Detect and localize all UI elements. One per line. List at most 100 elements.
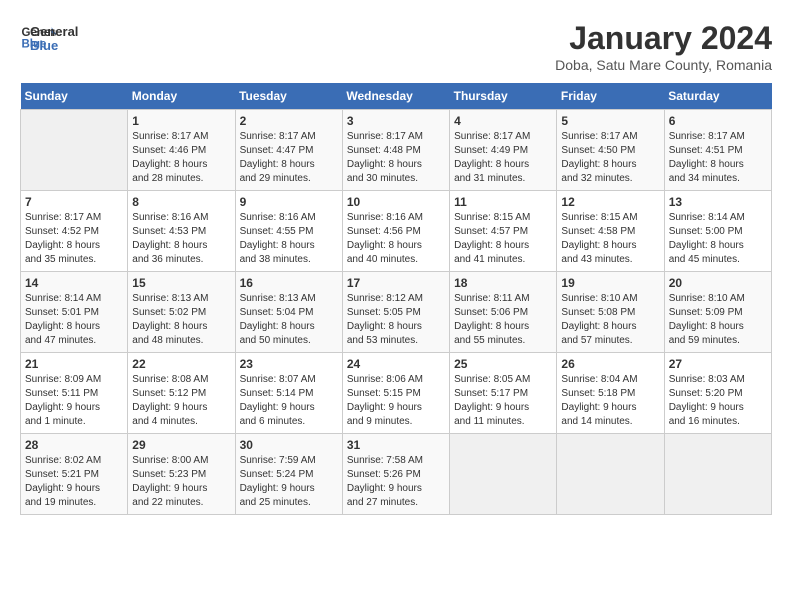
day-cell: 15 Sunrise: 8:13 AM Sunset: 5:02 PM Dayli…: [128, 272, 235, 353]
day-info: Sunrise: 7:59 AM Sunset: 5:24 PM Dayligh…: [240, 454, 338, 510]
day-number: 3: [347, 114, 445, 128]
logo: General Blue General Blue: [20, 20, 78, 56]
day-cell: 7 Sunrise: 8:17 AM Sunset: 4:52 PM Daylig…: [21, 191, 128, 272]
day-info: Sunrise: 8:16 AM Sunset: 4:53 PM Dayligh…: [132, 211, 230, 267]
header: General Blue General Blue January 2024 D…: [20, 20, 772, 73]
day-info: Sunrise: 8:16 AM Sunset: 4:55 PM Dayligh…: [240, 211, 338, 267]
day-cell: 3 Sunrise: 8:17 AM Sunset: 4:48 PM Daylig…: [342, 110, 449, 191]
week-row-5: 28 Sunrise: 8:02 AM Sunset: 5:21 PM Dayli…: [21, 434, 772, 515]
day-number: 20: [669, 276, 767, 290]
day-number: 1: [132, 114, 230, 128]
day-cell: [557, 434, 664, 515]
day-header-friday: Friday: [557, 83, 664, 110]
day-info: Sunrise: 8:17 AM Sunset: 4:50 PM Dayligh…: [561, 130, 659, 186]
day-cell: 31 Sunrise: 7:58 AM Sunset: 5:26 PM Dayli…: [342, 434, 449, 515]
day-cell: 13Sunrise: 8:14 AM Sunset: 5:00 PM Dayli…: [664, 191, 771, 272]
week-row-3: 14 Sunrise: 8:14 AM Sunset: 5:01 PM Dayli…: [21, 272, 772, 353]
header-row: SundayMondayTuesdayWednesdayThursdayFrid…: [21, 83, 772, 110]
day-number: 11: [454, 195, 552, 209]
day-info: Sunrise: 8:10 AM Sunset: 5:08 PM Dayligh…: [561, 292, 659, 348]
day-number: 12: [561, 195, 659, 209]
day-number: 9: [240, 195, 338, 209]
day-number: 19: [561, 276, 659, 290]
day-info: Sunrise: 8:14 AM Sunset: 5:01 PM Dayligh…: [25, 292, 123, 348]
day-info: Sunrise: 8:13 AM Sunset: 5:02 PM Dayligh…: [132, 292, 230, 348]
day-number: 27: [669, 357, 767, 371]
day-info: Sunrise: 8:15 AM Sunset: 4:58 PM Dayligh…: [561, 211, 659, 267]
calendar-table: SundayMondayTuesdayWednesdayThursdayFrid…: [20, 83, 772, 515]
day-info: Sunrise: 8:02 AM Sunset: 5:21 PM Dayligh…: [25, 454, 123, 510]
day-cell: 27Sunrise: 8:03 AM Sunset: 5:20 PM Dayli…: [664, 353, 771, 434]
day-number: 6: [669, 114, 767, 128]
week-row-2: 7 Sunrise: 8:17 AM Sunset: 4:52 PM Daylig…: [21, 191, 772, 272]
day-number: 28: [25, 438, 123, 452]
day-header-wednesday: Wednesday: [342, 83, 449, 110]
day-info: Sunrise: 8:13 AM Sunset: 5:04 PM Dayligh…: [240, 292, 338, 348]
day-cell: 21Sunrise: 8:09 AM Sunset: 5:11 PM Dayli…: [21, 353, 128, 434]
day-info: Sunrise: 8:00 AM Sunset: 5:23 PM Dayligh…: [132, 454, 230, 510]
day-info: Sunrise: 8:17 AM Sunset: 4:49 PM Dayligh…: [454, 130, 552, 186]
day-cell: 22 Sunrise: 8:08 AM Sunset: 5:12 PM Dayli…: [128, 353, 235, 434]
day-number: 16: [240, 276, 338, 290]
day-number: 5: [561, 114, 659, 128]
day-header-saturday: Saturday: [664, 83, 771, 110]
day-info: Sunrise: 8:17 AM Sunset: 4:52 PM Dayligh…: [25, 211, 123, 267]
day-cell: 17 Sunrise: 8:12 AM Sunset: 5:05 PM Dayli…: [342, 272, 449, 353]
day-info: Sunrise: 7:58 AM Sunset: 5:26 PM Dayligh…: [347, 454, 445, 510]
calendar-title: January 2024: [555, 20, 772, 57]
day-header-sunday: Sunday: [21, 83, 128, 110]
day-header-thursday: Thursday: [450, 83, 557, 110]
day-cell: 16 Sunrise: 8:13 AM Sunset: 5:04 PM Dayli…: [235, 272, 342, 353]
day-cell: 26 Sunrise: 8:04 AM Sunset: 5:18 PM Dayli…: [557, 353, 664, 434]
day-number: 15: [132, 276, 230, 290]
day-number: 25: [454, 357, 552, 371]
week-row-4: 21Sunrise: 8:09 AM Sunset: 5:11 PM Dayli…: [21, 353, 772, 434]
day-number: 18: [454, 276, 552, 290]
day-number: 4: [454, 114, 552, 128]
day-number: 22: [132, 357, 230, 371]
day-cell: 30 Sunrise: 7:59 AM Sunset: 5:24 PM Dayli…: [235, 434, 342, 515]
day-info: Sunrise: 8:16 AM Sunset: 4:56 PM Dayligh…: [347, 211, 445, 267]
day-info: Sunrise: 8:17 AM Sunset: 4:47 PM Dayligh…: [240, 130, 338, 186]
day-number: 31: [347, 438, 445, 452]
day-number: 14: [25, 276, 123, 290]
day-number: 24: [347, 357, 445, 371]
day-number: 17: [347, 276, 445, 290]
day-cell: 1 Sunrise: 8:17 AM Sunset: 4:46 PM Daylig…: [128, 110, 235, 191]
day-number: 10: [347, 195, 445, 209]
day-cell: 18 Sunrise: 8:11 AM Sunset: 5:06 PM Dayli…: [450, 272, 557, 353]
day-cell: 20 Sunrise: 8:10 AM Sunset: 5:09 PM Dayli…: [664, 272, 771, 353]
day-cell: 11 Sunrise: 8:15 AM Sunset: 4:57 PM Dayli…: [450, 191, 557, 272]
day-number: 8: [132, 195, 230, 209]
day-info: Sunrise: 8:17 AM Sunset: 4:48 PM Dayligh…: [347, 130, 445, 186]
day-cell: 25 Sunrise: 8:05 AM Sunset: 5:17 PM Dayli…: [450, 353, 557, 434]
day-info: Sunrise: 8:11 AM Sunset: 5:06 PM Dayligh…: [454, 292, 552, 348]
day-info: Sunrise: 8:04 AM Sunset: 5:18 PM Dayligh…: [561, 373, 659, 429]
day-cell: [450, 434, 557, 515]
day-number: 29: [132, 438, 230, 452]
day-cell: 29 Sunrise: 8:00 AM Sunset: 5:23 PM Dayli…: [128, 434, 235, 515]
day-cell: 8 Sunrise: 8:16 AM Sunset: 4:53 PM Daylig…: [128, 191, 235, 272]
day-header-tuesday: Tuesday: [235, 83, 342, 110]
day-number: 21: [25, 357, 123, 371]
day-number: 26: [561, 357, 659, 371]
week-row-1: 1 Sunrise: 8:17 AM Sunset: 4:46 PM Daylig…: [21, 110, 772, 191]
day-info: Sunrise: 8:05 AM Sunset: 5:17 PM Dayligh…: [454, 373, 552, 429]
day-number: 30: [240, 438, 338, 452]
calendar-subtitle: Doba, Satu Mare County, Romania: [555, 57, 772, 73]
day-header-monday: Monday: [128, 83, 235, 110]
day-cell: [664, 434, 771, 515]
day-info: Sunrise: 8:12 AM Sunset: 5:05 PM Dayligh…: [347, 292, 445, 348]
day-info: Sunrise: 8:07 AM Sunset: 5:14 PM Dayligh…: [240, 373, 338, 429]
day-info: Sunrise: 8:17 AM Sunset: 4:51 PM Dayligh…: [669, 130, 767, 186]
day-info: Sunrise: 8:14 AM Sunset: 5:00 PM Dayligh…: [669, 211, 767, 267]
day-cell: 6 Sunrise: 8:17 AM Sunset: 4:51 PM Daylig…: [664, 110, 771, 191]
day-number: 7: [25, 195, 123, 209]
day-info: Sunrise: 8:15 AM Sunset: 4:57 PM Dayligh…: [454, 211, 552, 267]
day-info: Sunrise: 8:08 AM Sunset: 5:12 PM Dayligh…: [132, 373, 230, 429]
day-number: 23: [240, 357, 338, 371]
day-info: Sunrise: 8:10 AM Sunset: 5:09 PM Dayligh…: [669, 292, 767, 348]
day-cell: 2Sunrise: 8:17 AM Sunset: 4:47 PM Daylig…: [235, 110, 342, 191]
day-info: Sunrise: 8:17 AM Sunset: 4:46 PM Dayligh…: [132, 130, 230, 186]
day-cell: 24Sunrise: 8:06 AM Sunset: 5:15 PM Dayli…: [342, 353, 449, 434]
